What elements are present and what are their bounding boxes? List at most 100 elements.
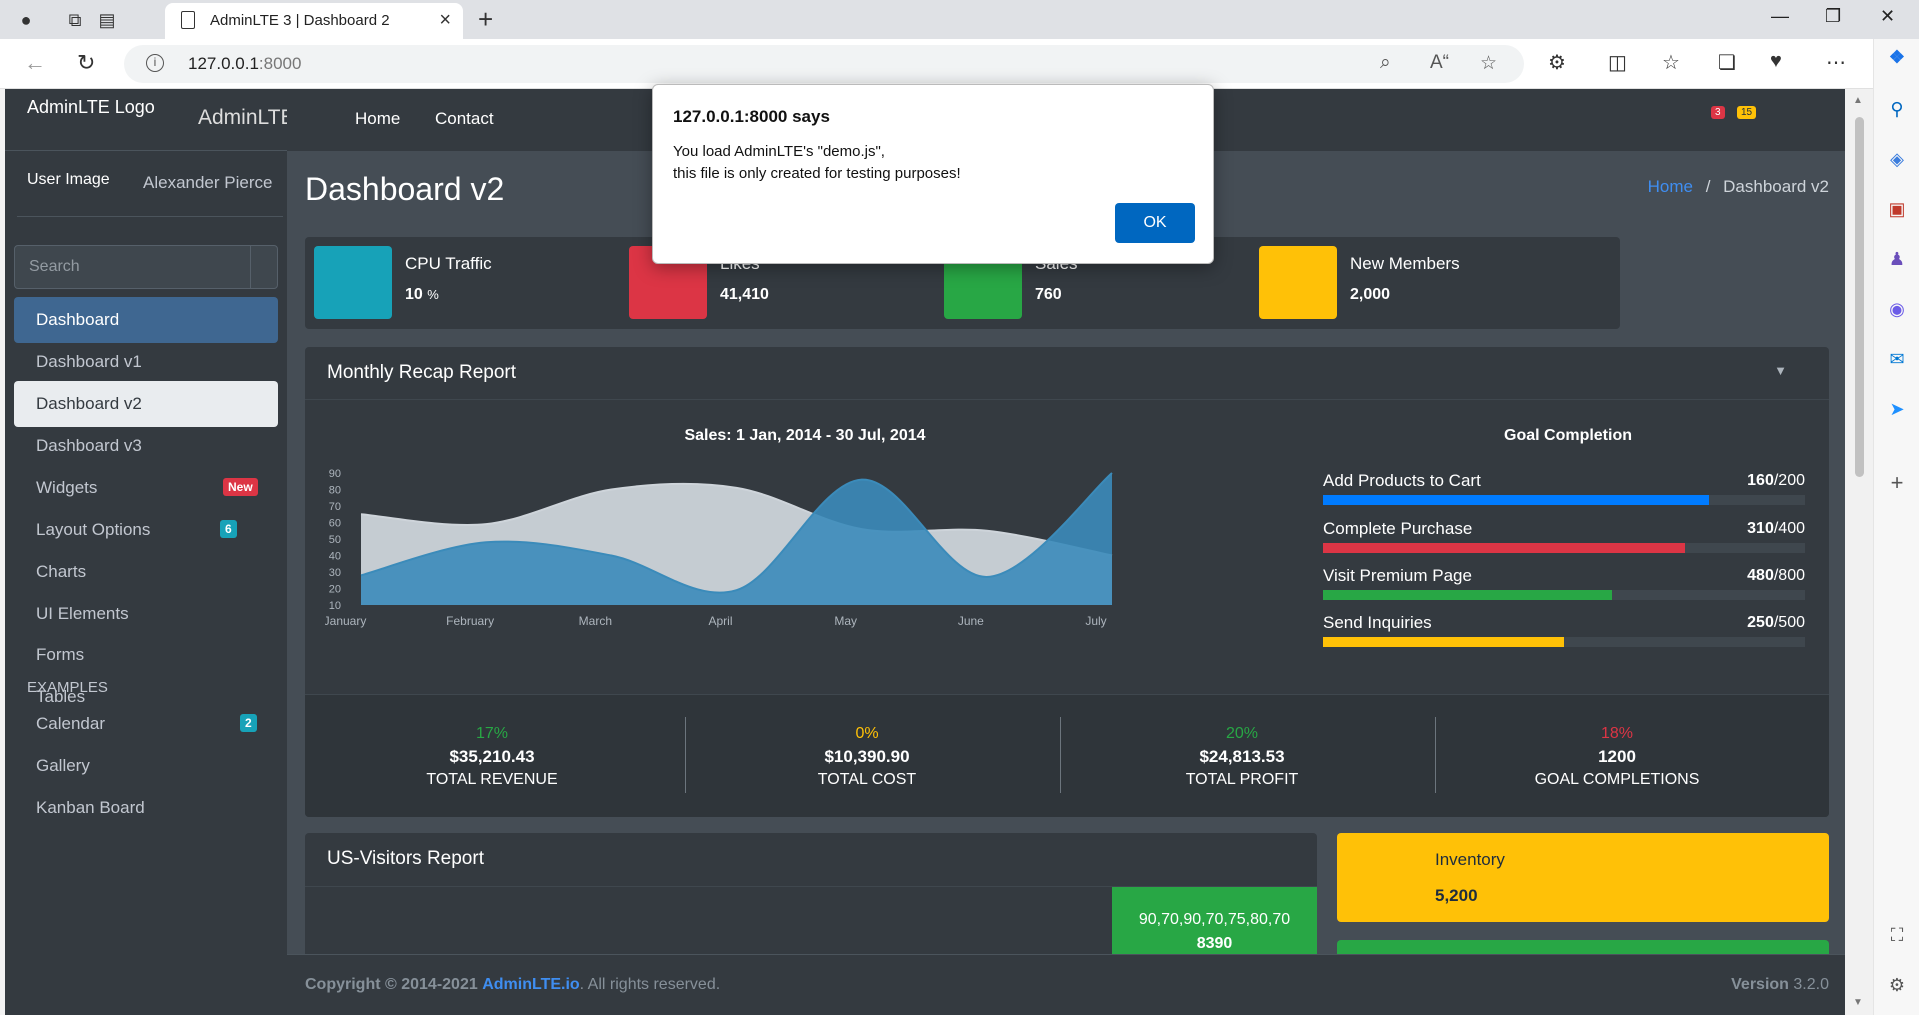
info-box-new-members: New Members 2,000 bbox=[1250, 237, 1620, 329]
profile-avatar-icon[interactable]: ● bbox=[14, 8, 38, 32]
sidebar-search bbox=[14, 245, 278, 289]
sidebar-item-calendar[interactable]: Calendar 2 bbox=[14, 701, 278, 747]
description-block-cost: 0% $10,390.90 TOTAL COST bbox=[680, 695, 1054, 818]
description-block-goals: 18% 1200 GOAL COMPLETIONS bbox=[1430, 695, 1804, 818]
card-header: US-Visitors Report bbox=[305, 833, 1317, 887]
address-bar[interactable]: i 127.0.0.1:8000 ⌕ A“ ☆ bbox=[124, 45, 1524, 83]
read-aloud-icon[interactable]: A“ bbox=[1430, 52, 1449, 74]
sidebar-search-input[interactable] bbox=[15, 246, 251, 288]
close-window-icon[interactable]: ✕ bbox=[1880, 6, 1895, 27]
add-sidebar-app-icon[interactable]: + bbox=[1885, 471, 1909, 495]
sidebar-item-kanban-board[interactable]: Kanban Board bbox=[14, 785, 278, 831]
x-tick-label: May bbox=[834, 614, 857, 628]
new-tab-icon[interactable]: + bbox=[478, 4, 493, 35]
collapse-icon[interactable]: ▼ bbox=[1774, 363, 1787, 378]
browser-essentials-icon[interactable]: ♥ bbox=[1770, 50, 1782, 73]
screenshot-icon[interactable]: ⛶ bbox=[1885, 923, 1909, 947]
tab-actions-icon[interactable]: ▤ bbox=[95, 8, 119, 32]
back-icon[interactable]: ← bbox=[24, 50, 46, 76]
tools-icon[interactable]: ▣ bbox=[1885, 197, 1909, 221]
browser-tab-bar: ● ⧉ ▤ AdminLTE 3 | Dashboard 2 × + — ❐ ✕ bbox=[0, 0, 1919, 39]
info-box-inventory: Inventory 5,200 bbox=[1337, 833, 1829, 922]
progress-send-inquiries: Send Inquiries 250/500 bbox=[1323, 613, 1805, 657]
scroll-up-icon[interactable]: ▲ bbox=[1853, 95, 1863, 106]
sidebar-item-dashboard-v1[interactable]: Dashboard v1 bbox=[14, 339, 278, 385]
notifications-badge[interactable]: 15 bbox=[1737, 106, 1757, 119]
refresh-icon[interactable]: ↻ bbox=[77, 50, 95, 76]
nav-home-link[interactable]: Home bbox=[355, 109, 400, 129]
copilot-icon[interactable]: ❖ bbox=[1885, 45, 1909, 69]
nav-contact-link[interactable]: Contact bbox=[435, 109, 494, 129]
brand-text: AdminLTE bbox=[198, 106, 295, 129]
new-badge: New bbox=[223, 478, 258, 496]
x-tick-label: July bbox=[1085, 614, 1106, 628]
footer-brand-link[interactable]: AdminLTE.io bbox=[482, 976, 579, 993]
breadcrumb-home-link[interactable]: Home bbox=[1648, 177, 1693, 196]
minimize-icon[interactable]: — bbox=[1771, 6, 1789, 27]
divider bbox=[1060, 717, 1061, 793]
extensions-icon[interactable]: ⚙ bbox=[1548, 50, 1566, 75]
shopping-icon[interactable]: ◈ bbox=[1885, 147, 1909, 171]
progress-visit-premium: Visit Premium Page 480/800 bbox=[1323, 566, 1805, 610]
url-text: 127.0.0.1:8000 bbox=[188, 54, 302, 73]
browser-tab-active[interactable]: AdminLTE 3 | Dashboard 2 × bbox=[165, 3, 463, 39]
sidebar-item-ui-elements[interactable]: UI Elements bbox=[14, 591, 278, 637]
messages-badge[interactable]: 3 bbox=[1711, 106, 1725, 119]
split-screen-icon[interactable]: ◫ bbox=[1608, 50, 1627, 75]
percentage-change: 0% bbox=[855, 725, 879, 742]
brand-link[interactable]: AdminLTE Logo AdminLTE bbox=[5, 89, 294, 151]
count-badge: 2 bbox=[240, 714, 257, 732]
percentage-change: 20% bbox=[1225, 725, 1259, 742]
zoom-icon[interactable]: ⌕ bbox=[1380, 52, 1391, 74]
sidebar-item-dashboard[interactable]: Dashboard bbox=[14, 297, 278, 343]
card-header: Monthly Recap Report ▼ bbox=[305, 347, 1829, 400]
close-tab-icon[interactable]: × bbox=[439, 9, 451, 32]
restore-icon[interactable]: ❐ bbox=[1825, 6, 1841, 27]
sidebar-settings-icon[interactable]: ⚙ bbox=[1885, 973, 1909, 997]
users-icon bbox=[1259, 246, 1337, 319]
user-name[interactable]: Alexander Pierce bbox=[143, 173, 272, 193]
games-icon[interactable]: ♟ bbox=[1885, 247, 1909, 271]
scrollbar-thumb[interactable] bbox=[1855, 117, 1864, 477]
favorite-star-icon[interactable]: ☆ bbox=[1480, 52, 1497, 75]
search-icon[interactable]: ⚲ bbox=[1885, 97, 1909, 121]
x-tick-label: January bbox=[325, 614, 366, 628]
site-info-icon[interactable]: i bbox=[146, 54, 164, 72]
outlook-icon[interactable]: ✉ bbox=[1885, 347, 1909, 371]
ok-button[interactable]: OK bbox=[1115, 203, 1195, 243]
goal-completion-title: Goal Completion bbox=[1504, 427, 1632, 444]
sidebar-item-widgets[interactable]: Widgets New bbox=[14, 465, 278, 511]
more-menu-icon[interactable]: ⋯ bbox=[1826, 50, 1846, 75]
page-scrollbar[interactable]: ▲ ▼ bbox=[1845, 89, 1873, 1015]
sidebar-item-gallery[interactable]: Gallery bbox=[14, 743, 278, 789]
sidebar-item-dashboard-v3[interactable]: Dashboard v3 bbox=[14, 423, 278, 469]
chart-title: Sales: 1 Jan, 2014 - 30 Jul, 2014 bbox=[684, 427, 926, 444]
y-tick-label: 80 bbox=[329, 485, 341, 497]
favorites-icon[interactable]: ☆ bbox=[1662, 50, 1680, 75]
workspaces-icon[interactable]: ⧉ bbox=[63, 8, 87, 32]
x-tick-label: April bbox=[708, 614, 732, 628]
description-block-profit: 20% $24,813.53 TOTAL PROFIT bbox=[1055, 695, 1429, 818]
microsoft-365-icon[interactable]: ◉ bbox=[1885, 297, 1909, 321]
page-title: Dashboard v2 bbox=[305, 171, 505, 207]
tab-title: AdminLTE 3 | Dashboard 2 bbox=[210, 12, 390, 29]
description-block-revenue: 17% $35,210.43 TOTAL REVENUE bbox=[305, 695, 679, 818]
divider bbox=[1435, 717, 1436, 793]
progress-bar-fill bbox=[1323, 590, 1613, 600]
scroll-down-icon[interactable]: ▼ bbox=[1853, 997, 1863, 1008]
sidebar-item-dashboard-v2[interactable]: Dashboard v2 bbox=[14, 381, 278, 427]
drop-icon[interactable]: ➤ bbox=[1885, 397, 1909, 421]
y-tick-label: 20 bbox=[329, 584, 341, 596]
sidebar-item-layout-options[interactable]: Layout Options 6 bbox=[14, 507, 278, 553]
sales-area-chart: 10 20 30 40 50 60 70 80 90 January February March Ap… bbox=[325, 468, 1113, 628]
divider bbox=[685, 717, 686, 793]
x-tick-label: February bbox=[446, 614, 494, 628]
y-tick-label: 30 bbox=[329, 567, 341, 579]
browser-toolbar: ← ↻ i 127.0.0.1:8000 ⌕ A“ ☆ ⚙ ◫ ☆ ❏ ♥ ⋯ bbox=[0, 39, 1919, 89]
x-tick-label: March bbox=[579, 614, 612, 628]
collections-icon[interactable]: ❏ bbox=[1718, 50, 1736, 75]
progress-bar-fill bbox=[1323, 495, 1709, 505]
sidebar-item-charts[interactable]: Charts bbox=[14, 549, 278, 595]
monthly-recap-card: Monthly Recap Report ▼ Sales: 1 Jan, 201… bbox=[305, 347, 1829, 817]
sidebar-item-forms[interactable]: Forms bbox=[14, 632, 278, 678]
